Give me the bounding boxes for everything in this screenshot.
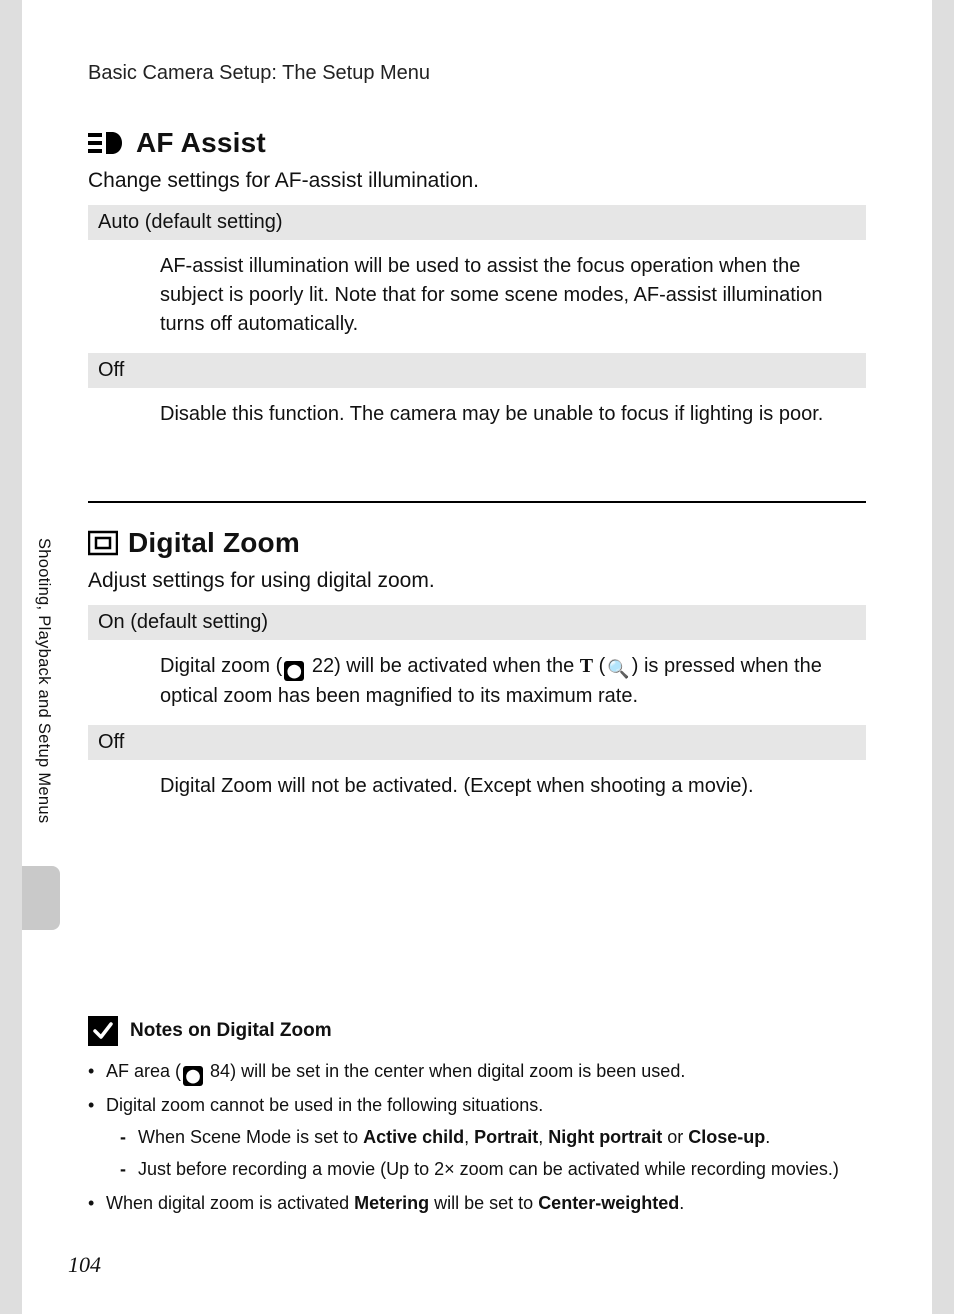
bold: Center-weighted — [538, 1193, 679, 1213]
option-header: Auto (default setting) — [88, 205, 866, 240]
bold: Night portrait — [548, 1127, 662, 1147]
option-header: On (default setting) — [88, 605, 866, 640]
section-title: Digital Zoom — [128, 527, 300, 559]
page-ref: 84 — [210, 1061, 230, 1081]
notes-title: Notes on Digital Zoom — [130, 1020, 332, 1042]
bold: Active child — [363, 1127, 464, 1147]
text: ) will be set in the center when digital… — [230, 1061, 685, 1081]
page-ref: 22 — [312, 655, 334, 677]
magnifier-icon: 🔍 — [607, 656, 629, 682]
text: , — [538, 1127, 548, 1147]
notes-sublist: When Scene Mode is set to Active child, … — [106, 1124, 866, 1184]
text: or — [662, 1127, 688, 1147]
options-table: Auto (default setting) AF-assist illumin… — [88, 205, 866, 443]
option-body: AF-assist illumination will be used to a… — [88, 240, 866, 353]
notes-item: Digital zoom cannot be used in the follo… — [88, 1092, 866, 1184]
section-digital-zoom: Digital Zoom Adjust settings for using d… — [88, 527, 866, 815]
page-content: Basic Camera Setup: The Setup Menu AF As… — [22, 0, 932, 815]
section-heading: AF Assist — [88, 127, 866, 159]
notes-block: Notes on Digital Zoom AF area (⬤ 84) wil… — [88, 1016, 866, 1224]
section-heading: Digital Zoom — [88, 527, 866, 559]
text: AF area ( — [106, 1061, 181, 1081]
text: ( — [593, 655, 605, 677]
section-divider — [88, 501, 866, 503]
section-description: Change settings for AF-assist illuminati… — [88, 169, 866, 193]
notes-subitem: When Scene Mode is set to Active child, … — [120, 1124, 866, 1152]
side-tab-thumb — [22, 866, 60, 930]
digital-zoom-icon — [88, 529, 118, 557]
text: When Scene Mode is set to — [138, 1127, 363, 1147]
text: will be set to — [429, 1193, 538, 1213]
side-tab-label: Shooting, Playback and Setup Menus — [34, 538, 53, 823]
text: ) will be activated when the — [334, 655, 580, 677]
page-ref-icon: ⬤ — [183, 1066, 203, 1086]
section-description: Adjust settings for using digital zoom. — [88, 569, 866, 593]
bold: Close-up — [688, 1127, 765, 1147]
option-body: Digital zoom (⬤ 22) will be activated wh… — [88, 640, 866, 725]
af-assist-icon — [88, 130, 126, 156]
zoom-t-label: T — [580, 655, 593, 677]
option-header: Off — [88, 725, 866, 760]
bold: Metering — [354, 1193, 429, 1213]
chapter-title: Basic Camera Setup: The Setup Menu — [88, 62, 866, 85]
notes-check-icon — [88, 1016, 118, 1046]
manual-page: Shooting, Playback and Setup Menus Basic… — [22, 0, 932, 1314]
page-number: 104 — [68, 1252, 101, 1278]
option-body: Digital Zoom will not be activated. (Exc… — [88, 760, 866, 815]
notes-item: When digital zoom is activated Metering … — [88, 1190, 866, 1218]
bold: Portrait — [474, 1127, 538, 1147]
text: Digital zoom ( — [160, 655, 282, 677]
text: , — [464, 1127, 474, 1147]
text: . — [765, 1127, 770, 1147]
notes-heading: Notes on Digital Zoom — [88, 1016, 866, 1046]
option-body: Disable this function. The camera may be… — [88, 388, 866, 443]
options-table: On (default setting) Digital zoom (⬤ 22)… — [88, 605, 866, 815]
page-ref-icon: ⬤ — [284, 661, 304, 681]
notes-subitem: Just before recording a movie (Up to 2× … — [120, 1156, 866, 1184]
notes-item: AF area (⬤ 84) will be set in the center… — [88, 1058, 866, 1086]
section-title: AF Assist — [136, 127, 266, 159]
section-af-assist: AF Assist Change settings for AF-assist … — [88, 127, 866, 443]
text: When digital zoom is activated — [106, 1193, 354, 1213]
text: . — [679, 1193, 684, 1213]
option-header: Off — [88, 353, 866, 388]
text: Digital zoom cannot be used in the follo… — [106, 1095, 543, 1115]
notes-list: AF area (⬤ 84) will be set in the center… — [88, 1058, 866, 1218]
side-tab: Shooting, Playback and Setup Menus — [22, 530, 60, 930]
